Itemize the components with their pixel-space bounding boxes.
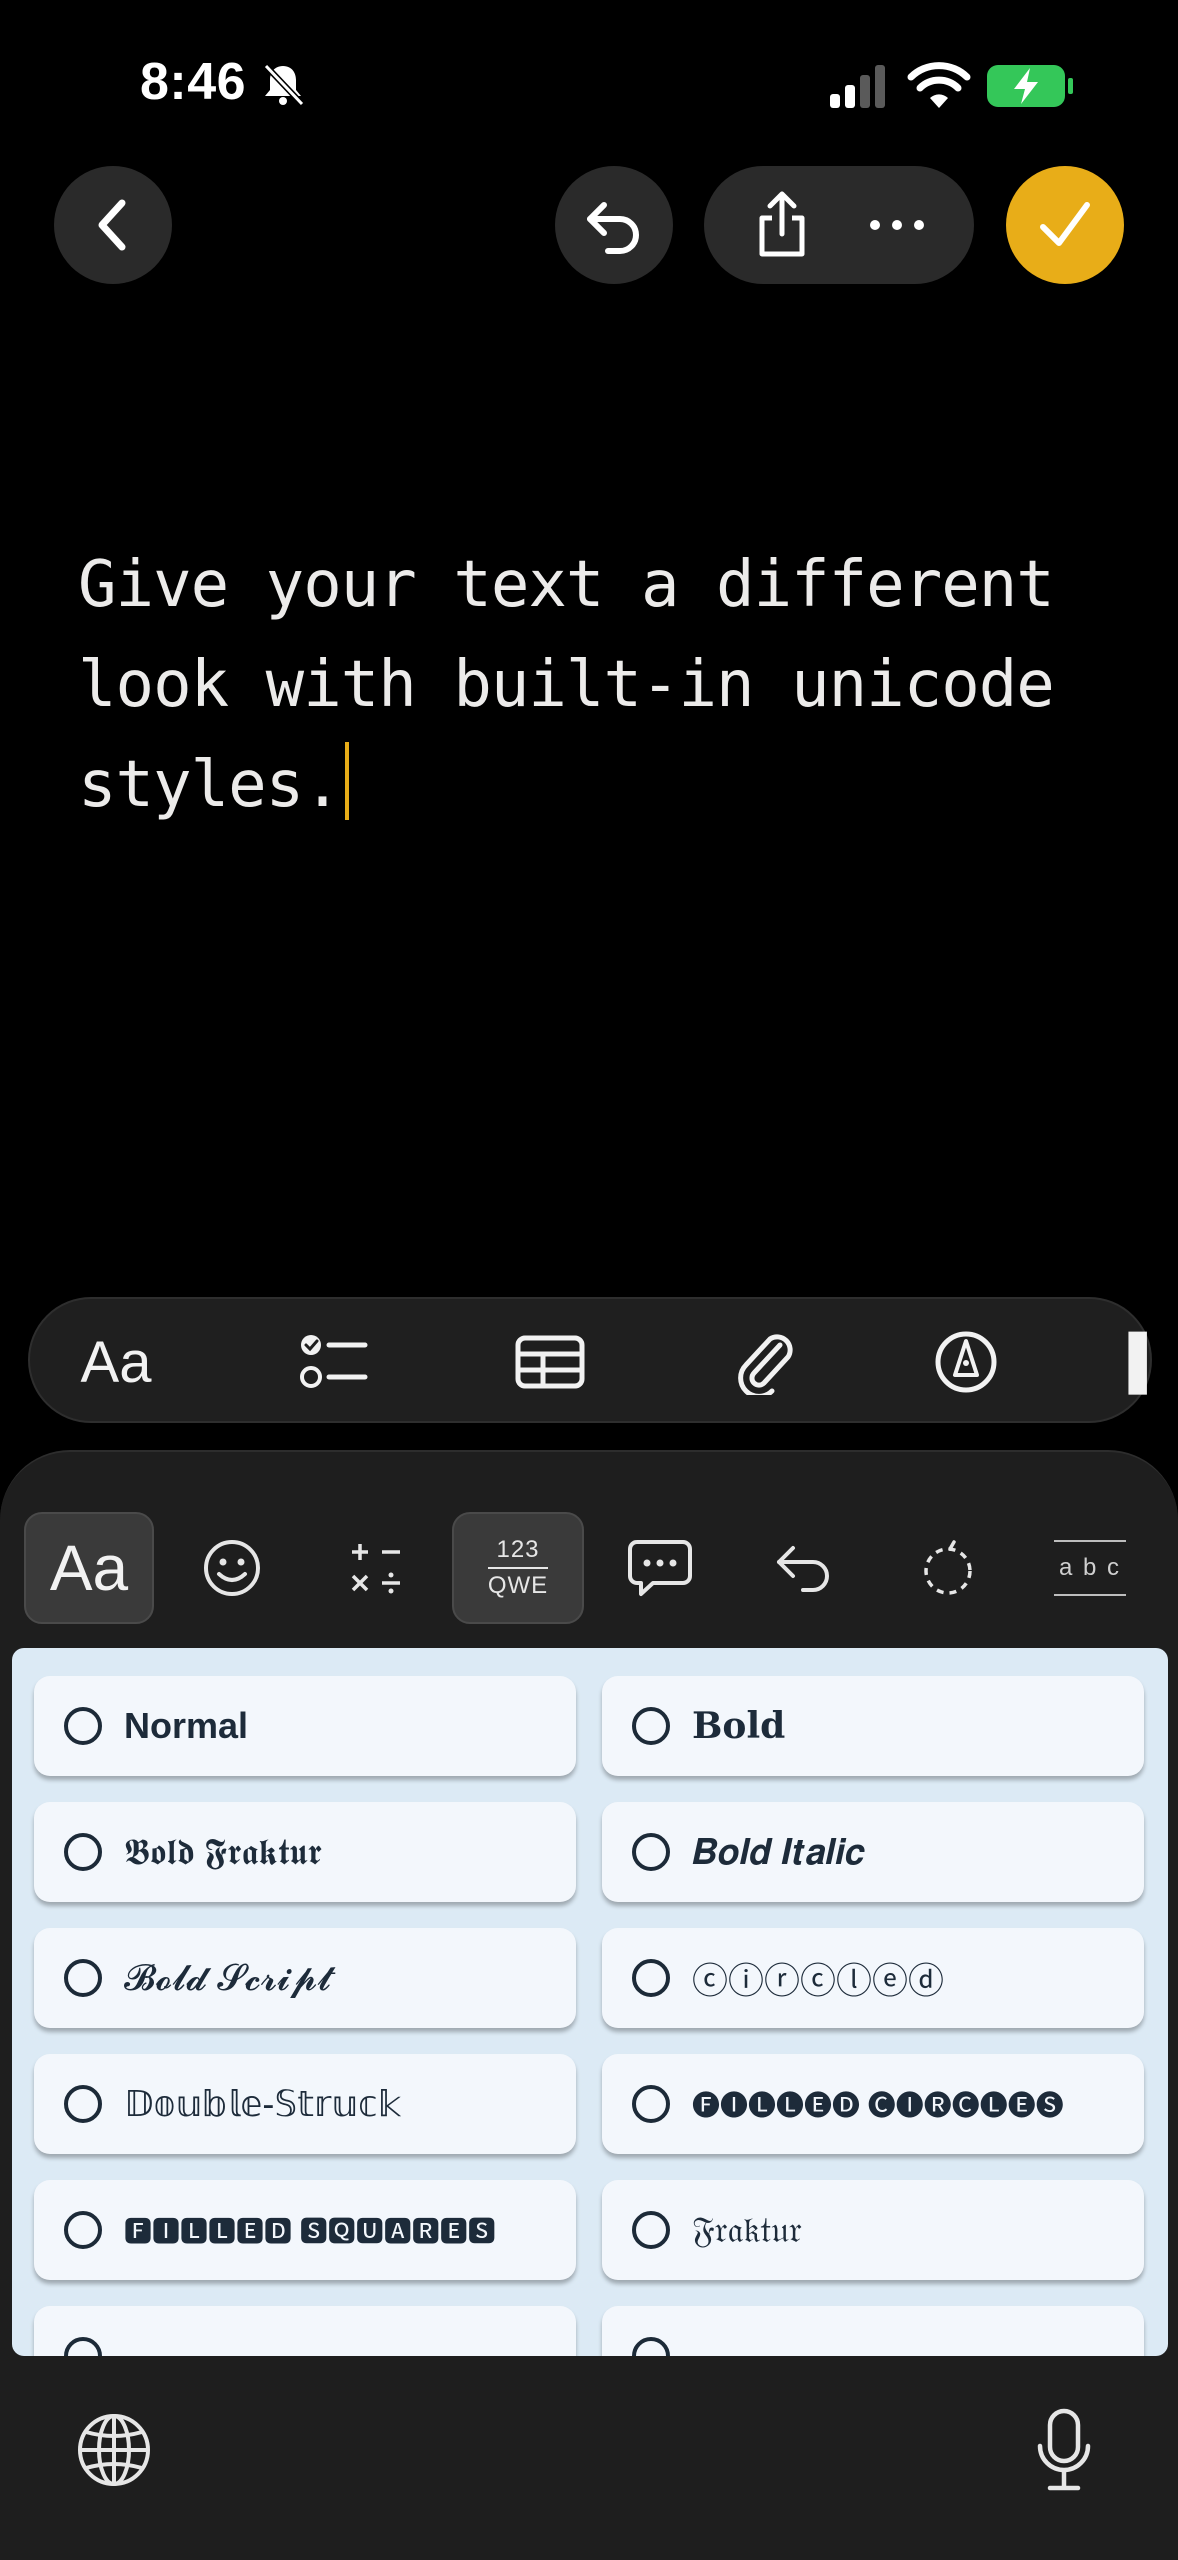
text-format-button[interactable]: Aa <box>68 1319 164 1405</box>
checkmark-icon <box>1040 202 1090 246</box>
kb-lasso-button[interactable] <box>906 1512 990 1624</box>
style-option-fraktur[interactable]: 𝔉𝔯𝔞𝔨𝔱𝔲𝔯 <box>602 2180 1144 2280</box>
kb-strike-top-line <box>1054 1540 1126 1542</box>
radio-button <box>64 1959 102 1997</box>
style-option-filled-circles[interactable]: 🅕🅘🅛🅛🅔🅓 🅒🅘🅡🅒🅛🅔🅢 <box>602 2054 1144 2154</box>
format-toolbar: Aa ▐ <box>28 1297 1152 1423</box>
kb-strike-label: a b c <box>1058 1554 1122 1581</box>
cellular-signal-icon <box>830 65 885 108</box>
style-label: 🅵🅸🅻🅻🅴🅳 🆂🆀🆄🅰🆁🅴🆂 <box>124 2216 496 2247</box>
kb-undo-button[interactable] <box>762 1512 846 1624</box>
paperclip-icon <box>738 1334 793 1395</box>
style-label: 🅕🅘🅛🅛🅔🅓 🅒🅘🅡🅒🅛🅔🅢 <box>692 2090 1064 2121</box>
kb-speech-button[interactable] <box>618 1512 702 1624</box>
style-label: 𝔉𝔯𝔞𝔨𝔱𝔲𝔯 <box>692 2208 802 2250</box>
style-option-bold-script[interactable]: 𝓑𝓸𝓵𝓭 𝓢𝓬𝓻𝓲𝓹𝓽 <box>34 1928 576 2028</box>
overflow-glyph-icon: ▐ <box>1110 1333 1147 1391</box>
style-option-bold-fraktur[interactable]: 𝕭𝖔𝖑𝖉 𝕱𝖗𝖆𝖐𝖙𝖚𝖗 <box>34 1802 576 1902</box>
style-option-bold-italic[interactable]: 𝑩𝒐𝒍𝒅 𝑰𝒕𝒂𝒍𝒊𝒄 <box>602 1802 1144 1902</box>
smiley-icon <box>204 1540 260 1596</box>
wifi-icon <box>907 62 971 108</box>
kb-layout-bottom: QWE <box>487 1572 549 1599</box>
style-label: Normal <box>124 1705 249 1746</box>
kb-layout-button[interactable]: 123 QWE <box>452 1512 584 1624</box>
table-icon <box>515 1335 585 1389</box>
math-operators-icon <box>351 1544 400 1594</box>
style-option-bold[interactable]: Bold <box>602 1676 1144 1776</box>
radio-button <box>64 1707 102 1745</box>
style-option-partial[interactable] <box>34 2306 576 2356</box>
more-icon[interactable] <box>867 215 927 235</box>
microphone-icon[interactable] <box>1036 2408 1092 2492</box>
style-label: 𝓑𝓸𝓵𝓭 𝓢𝓬𝓻𝓲𝓹𝓽 <box>124 1956 332 1998</box>
undo-icon <box>587 202 639 254</box>
style-option-double-struck[interactable]: 𝔻𝕠𝕦𝕓𝕝𝕖-𝕊𝕥𝕣𝕦𝕔𝕜 <box>34 2054 576 2154</box>
radio-button <box>632 1833 670 1871</box>
undo-button[interactable] <box>555 166 673 284</box>
globe-icon[interactable] <box>76 2412 152 2488</box>
dashed-circle-icon <box>924 1540 972 1595</box>
checklist-button[interactable] <box>284 1319 384 1405</box>
table-button[interactable] <box>500 1319 600 1405</box>
radio-button <box>64 1833 102 1871</box>
kb-strikethrough-button[interactable]: a b c <box>1052 1512 1128 1624</box>
silent-bell-icon <box>263 63 305 107</box>
status-time: 8:46 <box>140 53 247 111</box>
kb-layout-divider <box>488 1567 548 1569</box>
style-label: 𝑩𝒐𝒍𝒅 𝑰𝒕𝒂𝒍𝒊𝒄 <box>692 1830 866 1872</box>
toolbar-overflow-item[interactable]: ▐ <box>1110 1319 1154 1405</box>
radio-button <box>632 2337 670 2356</box>
style-option-partial[interactable] <box>602 2306 1144 2356</box>
attachment-button[interactable] <box>716 1319 816 1405</box>
style-label: ⓒⓘⓡⓒⓛⓔⓓ <box>692 1960 945 2001</box>
kb-text-style-button[interactable]: Aa <box>24 1512 154 1624</box>
text-caret <box>344 742 349 820</box>
kb-strike-bottom-line <box>1054 1594 1126 1596</box>
style-option-circled[interactable]: ⓒⓘⓡⓒⓛⓔⓓ <box>602 1928 1144 2028</box>
back-button[interactable] <box>54 166 172 284</box>
style-option-normal[interactable]: Normal <box>34 1676 576 1776</box>
done-button[interactable] <box>1006 166 1124 284</box>
share-more-group <box>704 166 974 284</box>
note-text: Give your text a different look with bui… <box>78 548 1055 822</box>
radio-button <box>64 2211 102 2249</box>
radio-button <box>632 1707 670 1745</box>
battery-charging-icon <box>987 65 1073 107</box>
style-label: Bold <box>692 1705 786 1747</box>
kb-math-button[interactable] <box>334 1512 418 1624</box>
radio-button <box>64 2085 102 2123</box>
chevron-left-icon <box>98 199 126 251</box>
pen-tip-icon <box>935 1331 997 1393</box>
style-label: 𝔻𝕠𝕦𝕓𝕝𝕖-𝕊𝕥𝕣𝕦𝕔𝕜 <box>124 2083 402 2124</box>
markup-button[interactable] <box>916 1319 1016 1405</box>
style-option-filled-squares[interactable]: 🅵🅸🅻🅻🅴🅳 🆂🆀🆄🅰🆁🅴🆂 <box>34 2180 576 2280</box>
unicode-style-panel: Normal Bold 𝕭𝖔𝖑𝖉 𝕱𝖗𝖆𝖐𝖙𝖚𝖗 𝑩𝒐𝒍𝒅 𝑰𝒕𝒂𝒍𝒊𝒄 𝓑𝓸𝓵… <box>12 1648 1168 2356</box>
radio-button <box>632 1959 670 1997</box>
checklist-icon <box>300 1335 368 1388</box>
radio-button <box>632 2211 670 2249</box>
share-icon[interactable] <box>752 190 812 260</box>
radio-button <box>64 2337 102 2356</box>
kb-layout-top: 123 <box>496 1536 540 1563</box>
style-label: 𝕭𝖔𝖑𝖉 𝕱𝖗𝖆𝖐𝖙𝖚𝖗 <box>124 1830 322 1872</box>
speech-bubble-icon <box>628 1540 692 1596</box>
note-body[interactable]: Give your text a different look with bui… <box>78 535 1118 835</box>
radio-button <box>632 2085 670 2123</box>
kb-undo-icon <box>777 1546 829 1592</box>
kb-emoji-button[interactable] <box>190 1512 274 1624</box>
